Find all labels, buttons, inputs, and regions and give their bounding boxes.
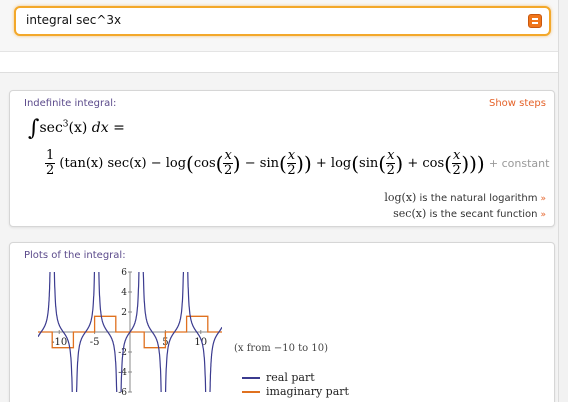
y-tick-label: 2 bbox=[121, 308, 127, 318]
legend-real: real part bbox=[242, 371, 315, 384]
integral-plot: -10 -5 5 10-6-4-2246 bbox=[38, 268, 222, 398]
plot-range-caption: (x from −10 to 10) bbox=[234, 343, 329, 354]
integral-result: 12 (tan(x) sec(x) − log(cos(x 2) − sin(x 2… bbox=[45, 148, 550, 178]
search-input[interactable]: integral sec^3x bbox=[26, 13, 121, 27]
note-sec[interactable]: sec(x) is the secant function» bbox=[393, 207, 546, 220]
integral-statement: ∫sec3(x) dx = bbox=[28, 116, 125, 141]
scrollbar[interactable] bbox=[558, 0, 568, 402]
indefinite-integral-pod: Indefinite integral: Show steps ∫sec3(x)… bbox=[9, 90, 555, 227]
y-tick-label: -6 bbox=[118, 388, 127, 398]
half-fraction: 12 bbox=[45, 148, 56, 178]
y-tick-label: 4 bbox=[121, 288, 127, 298]
y-tick-label: 6 bbox=[121, 268, 127, 278]
legend-swatch bbox=[242, 391, 260, 393]
chevron-right-icon: » bbox=[540, 194, 546, 204]
show-steps-link[interactable]: Show steps bbox=[489, 98, 546, 109]
constant-label: + constant bbox=[488, 157, 550, 170]
real-part-line bbox=[209, 326, 222, 392]
search-field[interactable]: integral sec^3x bbox=[14, 6, 551, 36]
legend-imag: imaginary part bbox=[242, 385, 349, 398]
chevron-right-icon: » bbox=[540, 210, 546, 220]
integral-sign-icon: ∫ bbox=[28, 116, 40, 141]
legend-swatch bbox=[242, 377, 260, 379]
pod-title: Indefinite integral: bbox=[24, 98, 117, 109]
input-mode-button[interactable] bbox=[528, 14, 542, 28]
real-part-line bbox=[38, 272, 51, 338]
y-tick-label: -4 bbox=[118, 368, 127, 378]
pod-title: Plots of the integral: bbox=[24, 250, 126, 261]
note-log[interactable]: log(x) is the natural logarithm» bbox=[384, 191, 546, 204]
x-tick-label: -10 bbox=[51, 337, 67, 348]
x-tick-label: -5 bbox=[90, 337, 100, 348]
